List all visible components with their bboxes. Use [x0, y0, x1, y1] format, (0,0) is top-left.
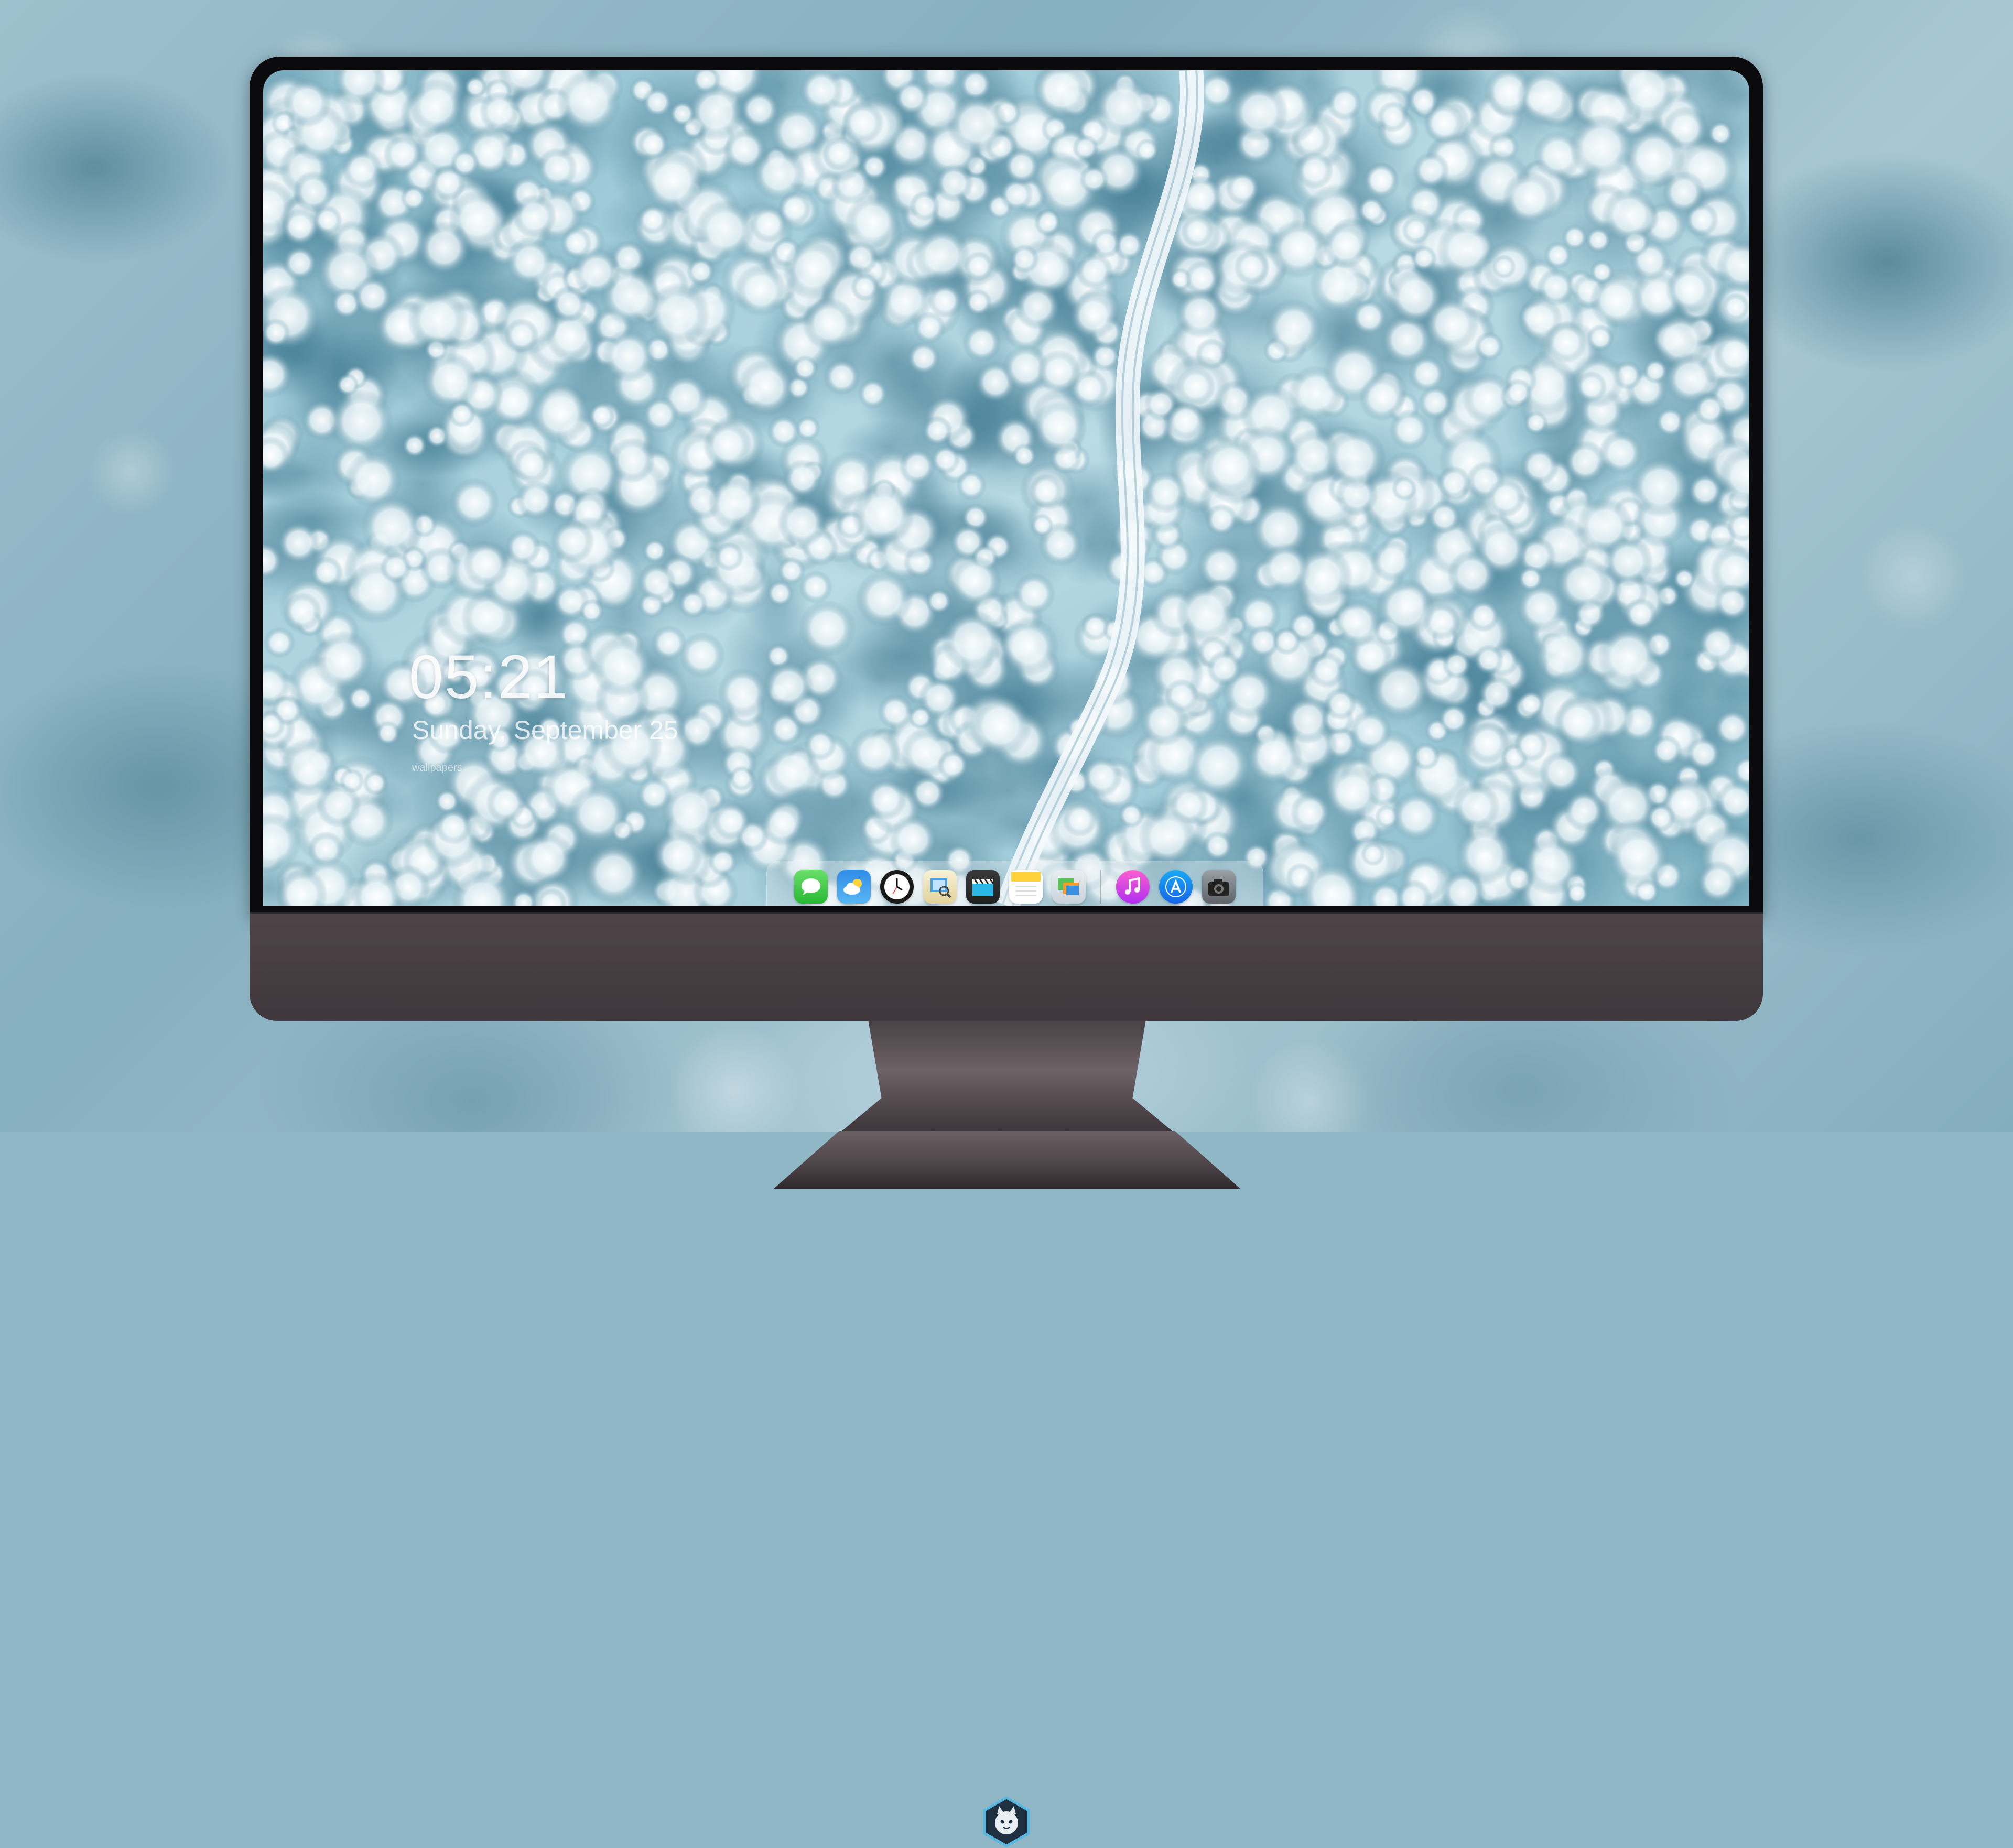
photos-icon	[1058, 878, 1079, 895]
app-store-icon	[1165, 876, 1186, 897]
dock-item-preview[interactable]	[923, 870, 957, 904]
dock-item-final-cut[interactable]	[966, 870, 1000, 904]
music-icon	[1125, 877, 1140, 895]
dock-separator	[1100, 870, 1101, 904]
dock	[766, 861, 1263, 906]
lock-date: Sunday, September 25	[412, 715, 678, 745]
dock-item-camera[interactable]	[1202, 870, 1236, 904]
snowy-forest-wallpaper	[263, 70, 1749, 906]
weather-icon	[843, 879, 862, 895]
lock-clock-time: 05:21	[409, 643, 569, 712]
monitor: 05:21 Sunday, September 25 wallpapers	[250, 57, 1763, 1847]
monitor-stand-neck	[842, 1021, 1172, 1131]
desktop-screen: 05:21 Sunday, September 25 wallpapers	[263, 70, 1749, 906]
monitor-bezel: 05:21 Sunday, September 25 wallpapers	[250, 57, 1763, 916]
monitor-stand-base	[774, 1131, 1240, 1189]
notes-icon	[1011, 872, 1041, 896]
clapperboard-icon	[972, 879, 994, 896]
dock-item-notes[interactable]	[1009, 870, 1043, 904]
dock-item-app-store[interactable]	[1159, 870, 1193, 904]
dock-item-clock[interactable]	[880, 870, 914, 904]
wallpaper-caption: wallpapers	[412, 762, 462, 774]
monitor-chin	[250, 912, 1763, 1847]
dock-item-weather[interactable]	[837, 870, 871, 904]
camera-icon	[1208, 879, 1229, 896]
preview-icon	[930, 878, 951, 898]
dock-item-photos[interactable]	[1052, 870, 1086, 904]
clock-icon	[884, 874, 910, 899]
messages-icon	[802, 878, 820, 895]
cat-hexagon-logo	[983, 1796, 1030, 1847]
dock-item-messages[interactable]	[794, 870, 828, 904]
dock-item-itunes[interactable]	[1116, 870, 1150, 904]
